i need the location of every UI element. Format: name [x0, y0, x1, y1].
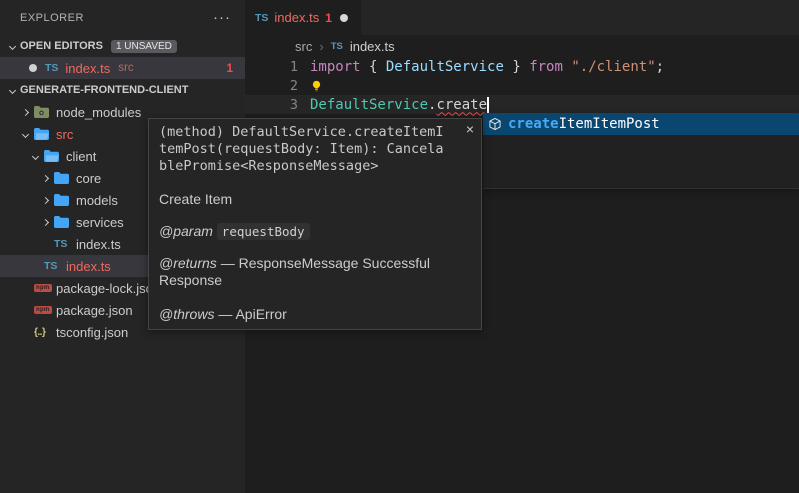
code-token: ;	[656, 59, 664, 75]
open-editor-item-index-ts[interactable]: TS index.ts src 1	[0, 57, 245, 79]
doc-throws-row: @throws — ApiError	[159, 306, 471, 323]
suggest-widget: createItemItemPost	[483, 113, 799, 189]
ts-icon: TS	[255, 12, 268, 24]
line-number: 3	[245, 97, 298, 113]
code-token: {	[361, 59, 386, 75]
code-line-2[interactable]: 2	[245, 76, 799, 95]
npm-icon: npm	[34, 284, 52, 292]
explorer-title: EXPLORER	[20, 12, 213, 24]
chevron-down-icon	[4, 44, 20, 49]
suggest-list-body	[483, 135, 799, 189]
throws-text: ApiError	[235, 306, 286, 322]
code-token: .	[428, 97, 436, 113]
breadcrumb-separator-icon: ›	[319, 39, 323, 54]
suggest-item-createItemItemPost[interactable]: createItemItemPost	[483, 113, 799, 135]
modified-dot-icon	[29, 64, 37, 72]
doc-param-row: @param requestBody	[159, 223, 471, 240]
code-token: from	[529, 59, 563, 75]
code-token	[563, 59, 571, 75]
tree-item-label: core	[76, 171, 101, 186]
code-token: }	[504, 59, 529, 75]
signature-line: (method) DefaultService.createItemI	[159, 124, 471, 141]
code-token: DefaultService	[386, 59, 504, 75]
tree-item-label: client	[66, 149, 96, 164]
npm-icon: npm	[34, 306, 52, 314]
code-line-3[interactable]: 3 DefaultService.create	[245, 95, 799, 114]
explorer-header: EXPLORER ···	[0, 0, 245, 35]
tab-bar: TS index.ts 1	[245, 0, 799, 35]
ts-icon: TS	[45, 62, 58, 74]
suggest-item-label: createItemItemPost	[508, 116, 660, 132]
breadcrumb: src › TS index.ts	[245, 35, 799, 57]
lightbulb-icon[interactable]	[310, 80, 323, 93]
code-token: DefaultService	[310, 97, 428, 113]
ts-icon: TS	[54, 238, 67, 250]
tab-index-ts[interactable]: TS index.ts 1	[245, 0, 361, 35]
tree-item-label: src	[56, 127, 73, 142]
code-area[interactable]: 1 import { DefaultService } from "./clien…	[245, 57, 799, 114]
chevron-right-icon	[36, 220, 54, 225]
chevron-down-icon	[16, 132, 34, 137]
code-token: "./client"	[571, 59, 655, 75]
folder-open-icon	[44, 150, 59, 162]
dash: —	[218, 306, 232, 322]
tree-item-label: package-lock.json	[56, 281, 160, 296]
workspace-label: GENERATE-FRONTEND-CLIENT	[20, 84, 188, 96]
tree-item-label: models	[76, 193, 118, 208]
tab-problems-badge: 1	[325, 11, 332, 25]
breadcrumb-file[interactable]: index.ts	[350, 39, 395, 54]
line-number: 1	[245, 59, 298, 75]
dash: —	[221, 255, 235, 271]
tab-label: index.ts	[274, 10, 319, 25]
chevron-down-icon	[26, 154, 44, 159]
open-editors-section-header[interactable]: OPEN EDITORS 1 UNSAVED	[0, 35, 245, 57]
code-line-1[interactable]: 1 import { DefaultService } from "./clien…	[245, 57, 799, 76]
braces-icon: {..}	[34, 327, 45, 338]
param-code: requestBody	[217, 223, 310, 240]
chevron-right-icon	[36, 198, 54, 203]
chevron-right-icon	[36, 176, 54, 181]
tree-item-label: tsconfig.json	[56, 325, 128, 340]
problems-count-badge: 1	[226, 61, 233, 75]
signature-line: blePromise<ResponseMessage>	[159, 158, 471, 175]
doc-summary: Create Item	[159, 191, 471, 208]
doc-returns-row: @returns — ResponseMessage Successful Re…	[159, 255, 459, 289]
folder-icon	[54, 216, 69, 228]
tree-item-label: index.ts	[76, 237, 121, 252]
text-cursor-icon	[487, 97, 489, 113]
open-editors-label: OPEN EDITORS	[20, 40, 103, 52]
node-modules-folder-icon	[34, 106, 49, 118]
close-icon[interactable]: ×	[466, 121, 474, 137]
suggest-details-widget: × (method) DefaultService.createItemI te…	[148, 118, 482, 330]
symbol-cube-icon	[488, 117, 502, 131]
signature-line: temPost(requestBody: Item): Cancela	[159, 141, 471, 158]
workspace-section-header[interactable]: GENERATE-FRONTEND-CLIENT	[0, 79, 245, 101]
tree-item-label: node_modules	[56, 105, 141, 120]
line-number: 2	[245, 78, 298, 94]
tree-item-label: package.json	[56, 303, 133, 318]
folder-open-icon	[34, 128, 49, 140]
breadcrumb-folder[interactable]: src	[295, 39, 312, 54]
unsaved-count-badge: 1 UNSAVED	[111, 40, 177, 53]
open-editor-file-name: index.ts	[65, 61, 110, 76]
unsaved-dot-icon[interactable]	[340, 14, 348, 22]
tree-item-label: index.ts	[66, 259, 111, 274]
chevron-down-icon	[4, 88, 20, 93]
vscode-window: EXPLORER ··· OPEN EDITORS 1 UNSAVED TS i…	[0, 0, 799, 493]
returns-tag: @returns	[159, 255, 217, 271]
folder-icon	[54, 194, 69, 206]
ts-icon: TS	[331, 41, 343, 52]
tree-item-label: services	[76, 215, 124, 230]
folder-icon	[54, 172, 69, 184]
param-tag: @param	[159, 223, 213, 239]
code-token: create	[436, 97, 487, 113]
throws-tag: @throws	[159, 306, 214, 322]
more-actions-icon[interactable]: ···	[213, 13, 231, 23]
open-editor-file-path: src	[118, 62, 133, 74]
chevron-right-icon	[16, 110, 34, 115]
code-token: import	[310, 59, 361, 75]
ts-icon: TS	[44, 260, 57, 272]
